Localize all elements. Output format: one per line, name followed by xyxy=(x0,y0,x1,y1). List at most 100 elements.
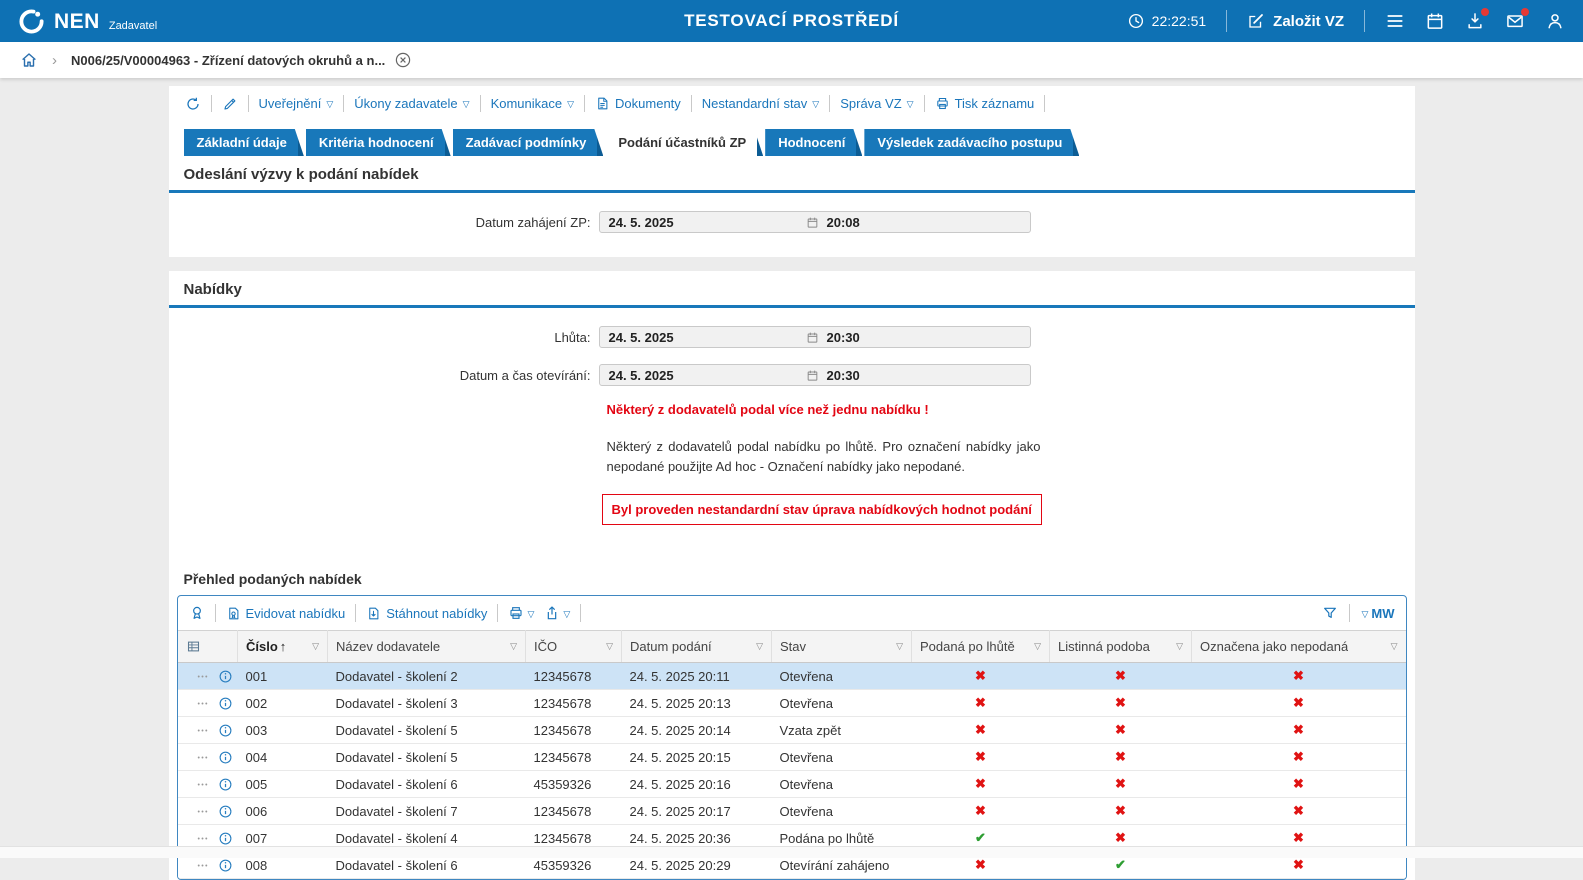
table-row[interactable]: 005 Dodavatel - školení 6 45359326 24. 5… xyxy=(178,771,1406,798)
create-vz-button[interactable]: Založit VZ xyxy=(1247,12,1344,30)
note-late-bid: Některý z dodavatelů podal nabídku po lh… xyxy=(607,437,1041,476)
not-submitted-mark: ✖ xyxy=(1293,668,1304,683)
not-submitted-mark: ✖ xyxy=(1293,857,1304,872)
column-settings-header[interactable] xyxy=(178,631,238,663)
not-submitted-mark: ✖ xyxy=(1293,695,1304,710)
clock-icon xyxy=(1127,12,1145,30)
column-filter-icon[interactable]: ▽ xyxy=(1391,641,1398,652)
menu-sprava-vz[interactable]: Správa VZ▽ xyxy=(840,96,913,111)
column-header-ico[interactable]: IČO▽ xyxy=(526,631,622,663)
info-icon[interactable] xyxy=(218,669,233,684)
paper-form-mark: ✖ xyxy=(1115,803,1126,818)
menu-komunikace[interactable]: Komunikace▽ xyxy=(491,96,574,111)
tab-kriteria-hodnoceni[interactable]: Kritéria hodnocení xyxy=(306,129,451,156)
info-icon[interactable] xyxy=(218,696,233,711)
form-row-datum-zahajeni: Datum zahájení ZP: 24. 5. 2025 20:08 xyxy=(169,211,1415,233)
filter-button[interactable] xyxy=(1322,605,1338,621)
menu-dokumenty[interactable]: Dokumenty xyxy=(595,96,681,111)
column-header-po-lhute[interactable]: Podaná po lhůtě▽ xyxy=(912,631,1050,663)
info-icon[interactable] xyxy=(218,750,233,765)
column-header-datum[interactable]: Datum podání▽ xyxy=(622,631,772,663)
column-header-listinna[interactable]: Listinná podoba▽ xyxy=(1050,631,1192,663)
column-filter-icon[interactable]: ▽ xyxy=(312,641,319,652)
row-menu-icon[interactable] xyxy=(196,832,209,845)
menu-uverejneni[interactable]: Uveřejnění ▽ xyxy=(259,96,334,111)
chevron-down-icon: ▽ xyxy=(326,99,333,110)
calendar-picker-icon[interactable] xyxy=(806,369,819,382)
close-tab-button[interactable] xyxy=(394,51,412,69)
breadcrumb-current-tab[interactable]: N006/25/V00004963 - Zřízení datových okr… xyxy=(71,51,412,69)
tab-label: Výsledek zadávacího postupu xyxy=(877,135,1062,150)
downloads-button[interactable] xyxy=(1465,11,1485,31)
column-filter-icon[interactable]: ▽ xyxy=(606,641,613,652)
info-icon[interactable] xyxy=(218,804,233,819)
column-header-nepodana[interactable]: Označena jako nepodaná▽ xyxy=(1192,631,1406,663)
info-icon[interactable] xyxy=(218,777,233,792)
user-profile-button[interactable] xyxy=(1545,11,1565,31)
edit-button[interactable] xyxy=(222,96,238,112)
row-menu-icon[interactable] xyxy=(196,778,209,791)
column-header-nazev[interactable]: Název dodavatele▽ xyxy=(328,631,526,663)
menu-label: Uveřejnění xyxy=(259,96,322,111)
tab-podani-ucastniku-zp[interactable]: Podání účastníků ZP xyxy=(605,129,763,156)
column-filter-icon[interactable]: ▽ xyxy=(510,641,517,652)
grid-toolbar: Evidovat nabídku Stáhnout nabídky ▽ ▽ ▽M… xyxy=(178,596,1406,630)
home-button[interactable] xyxy=(20,51,38,69)
tab-hodnoceni[interactable]: Hodnocení xyxy=(765,129,862,156)
table-header-row: Číslo↑▽ Název dodavatele▽ IČO▽ Datum pod… xyxy=(178,631,1406,663)
table-row[interactable]: 002 Dodavatel - školení 3 12345678 24. 5… xyxy=(178,690,1406,717)
view-mw-dropdown[interactable]: ▽MW xyxy=(1361,606,1394,621)
cell-ico: 45359326 xyxy=(526,771,622,798)
cell-status: Otevřena xyxy=(772,771,912,798)
export-menu-button[interactable]: ▽ xyxy=(544,605,570,621)
calendar-button[interactable] xyxy=(1425,11,1445,31)
paper-form-mark: ✖ xyxy=(1115,830,1126,845)
column-filter-icon[interactable]: ▽ xyxy=(1176,641,1183,652)
lhuta-field[interactable]: 24. 5. 2025 20:30 xyxy=(599,326,1031,348)
divider xyxy=(584,95,585,112)
info-icon[interactable] xyxy=(218,723,233,738)
brand-subtitle: Zadavatel xyxy=(109,20,157,32)
history-button[interactable] xyxy=(185,96,201,112)
table-row[interactable]: 003 Dodavatel - školení 5 12345678 24. 5… xyxy=(178,717,1406,744)
main-menu-button[interactable] xyxy=(1385,11,1405,31)
menu-label: Tisk záznamu xyxy=(955,96,1035,111)
calendar-picker-icon[interactable] xyxy=(806,216,819,229)
tab-vysledek-zadavaciho-postupu[interactable]: Výsledek zadávacího postupu xyxy=(864,129,1079,156)
menu-label: Správa VZ xyxy=(840,96,901,111)
table-row[interactable]: 001 Dodavatel - školení 2 12345678 24. 5… xyxy=(178,663,1406,690)
row-menu-icon[interactable] xyxy=(196,805,209,818)
column-filter-icon[interactable]: ▽ xyxy=(756,641,763,652)
bids-table: Číslo↑▽ Název dodavatele▽ IČO▽ Datum pod… xyxy=(178,630,1406,879)
check-submissions-button[interactable] xyxy=(189,605,205,621)
row-menu-icon[interactable] xyxy=(196,697,209,710)
download-bids-button[interactable]: Stáhnout nabídky xyxy=(366,606,487,621)
row-menu-icon[interactable] xyxy=(196,859,209,872)
menu-tisk-zaznamu[interactable]: Tisk záznamu xyxy=(935,96,1035,111)
row-menu-icon[interactable] xyxy=(196,751,209,764)
calendar-picker-icon[interactable] xyxy=(806,331,819,344)
oteviranni-field[interactable]: 24. 5. 2025 20:30 xyxy=(599,364,1031,386)
menu-ukony-zadavatele[interactable]: Úkony zadavatele▽ xyxy=(354,96,469,111)
info-icon[interactable] xyxy=(218,831,233,846)
print-menu-button[interactable]: ▽ xyxy=(508,605,534,621)
nen-brand[interactable]: NEN Zadavatel xyxy=(18,8,157,35)
tab-zakladni-udaje[interactable]: Základní údaje xyxy=(184,129,304,156)
table-row[interactable]: 004 Dodavatel - školení 5 12345678 24. 5… xyxy=(178,744,1406,771)
tab-label: Hodnocení xyxy=(778,135,845,150)
column-filter-icon[interactable]: ▽ xyxy=(896,641,903,652)
column-filter-icon[interactable]: ▽ xyxy=(1034,641,1041,652)
datum-zahajeni-field[interactable]: 24. 5. 2025 20:08 xyxy=(599,211,1031,233)
row-menu-icon[interactable] xyxy=(196,670,209,683)
tab-zadavaci-podminky[interactable]: Zadávací podmínky xyxy=(453,129,604,156)
table-row[interactable]: 006 Dodavatel - školení 7 12345678 24. 5… xyxy=(178,798,1406,825)
row-menu-icon[interactable] xyxy=(196,724,209,737)
info-icon[interactable] xyxy=(218,858,233,873)
menu-nestandardni-stav[interactable]: Nestandardní stav▽ xyxy=(702,96,819,111)
cell-number: 005 xyxy=(238,771,328,798)
column-header-stav[interactable]: Stav▽ xyxy=(772,631,912,663)
bids-block: Nabídky Lhůta: 24. 5. 2025 20:30 Datum a… xyxy=(169,271,1415,880)
column-header-cislo[interactable]: Číslo↑▽ xyxy=(238,631,328,663)
messages-button[interactable] xyxy=(1505,11,1525,31)
register-bid-button[interactable]: Evidovat nabídku xyxy=(226,606,346,621)
